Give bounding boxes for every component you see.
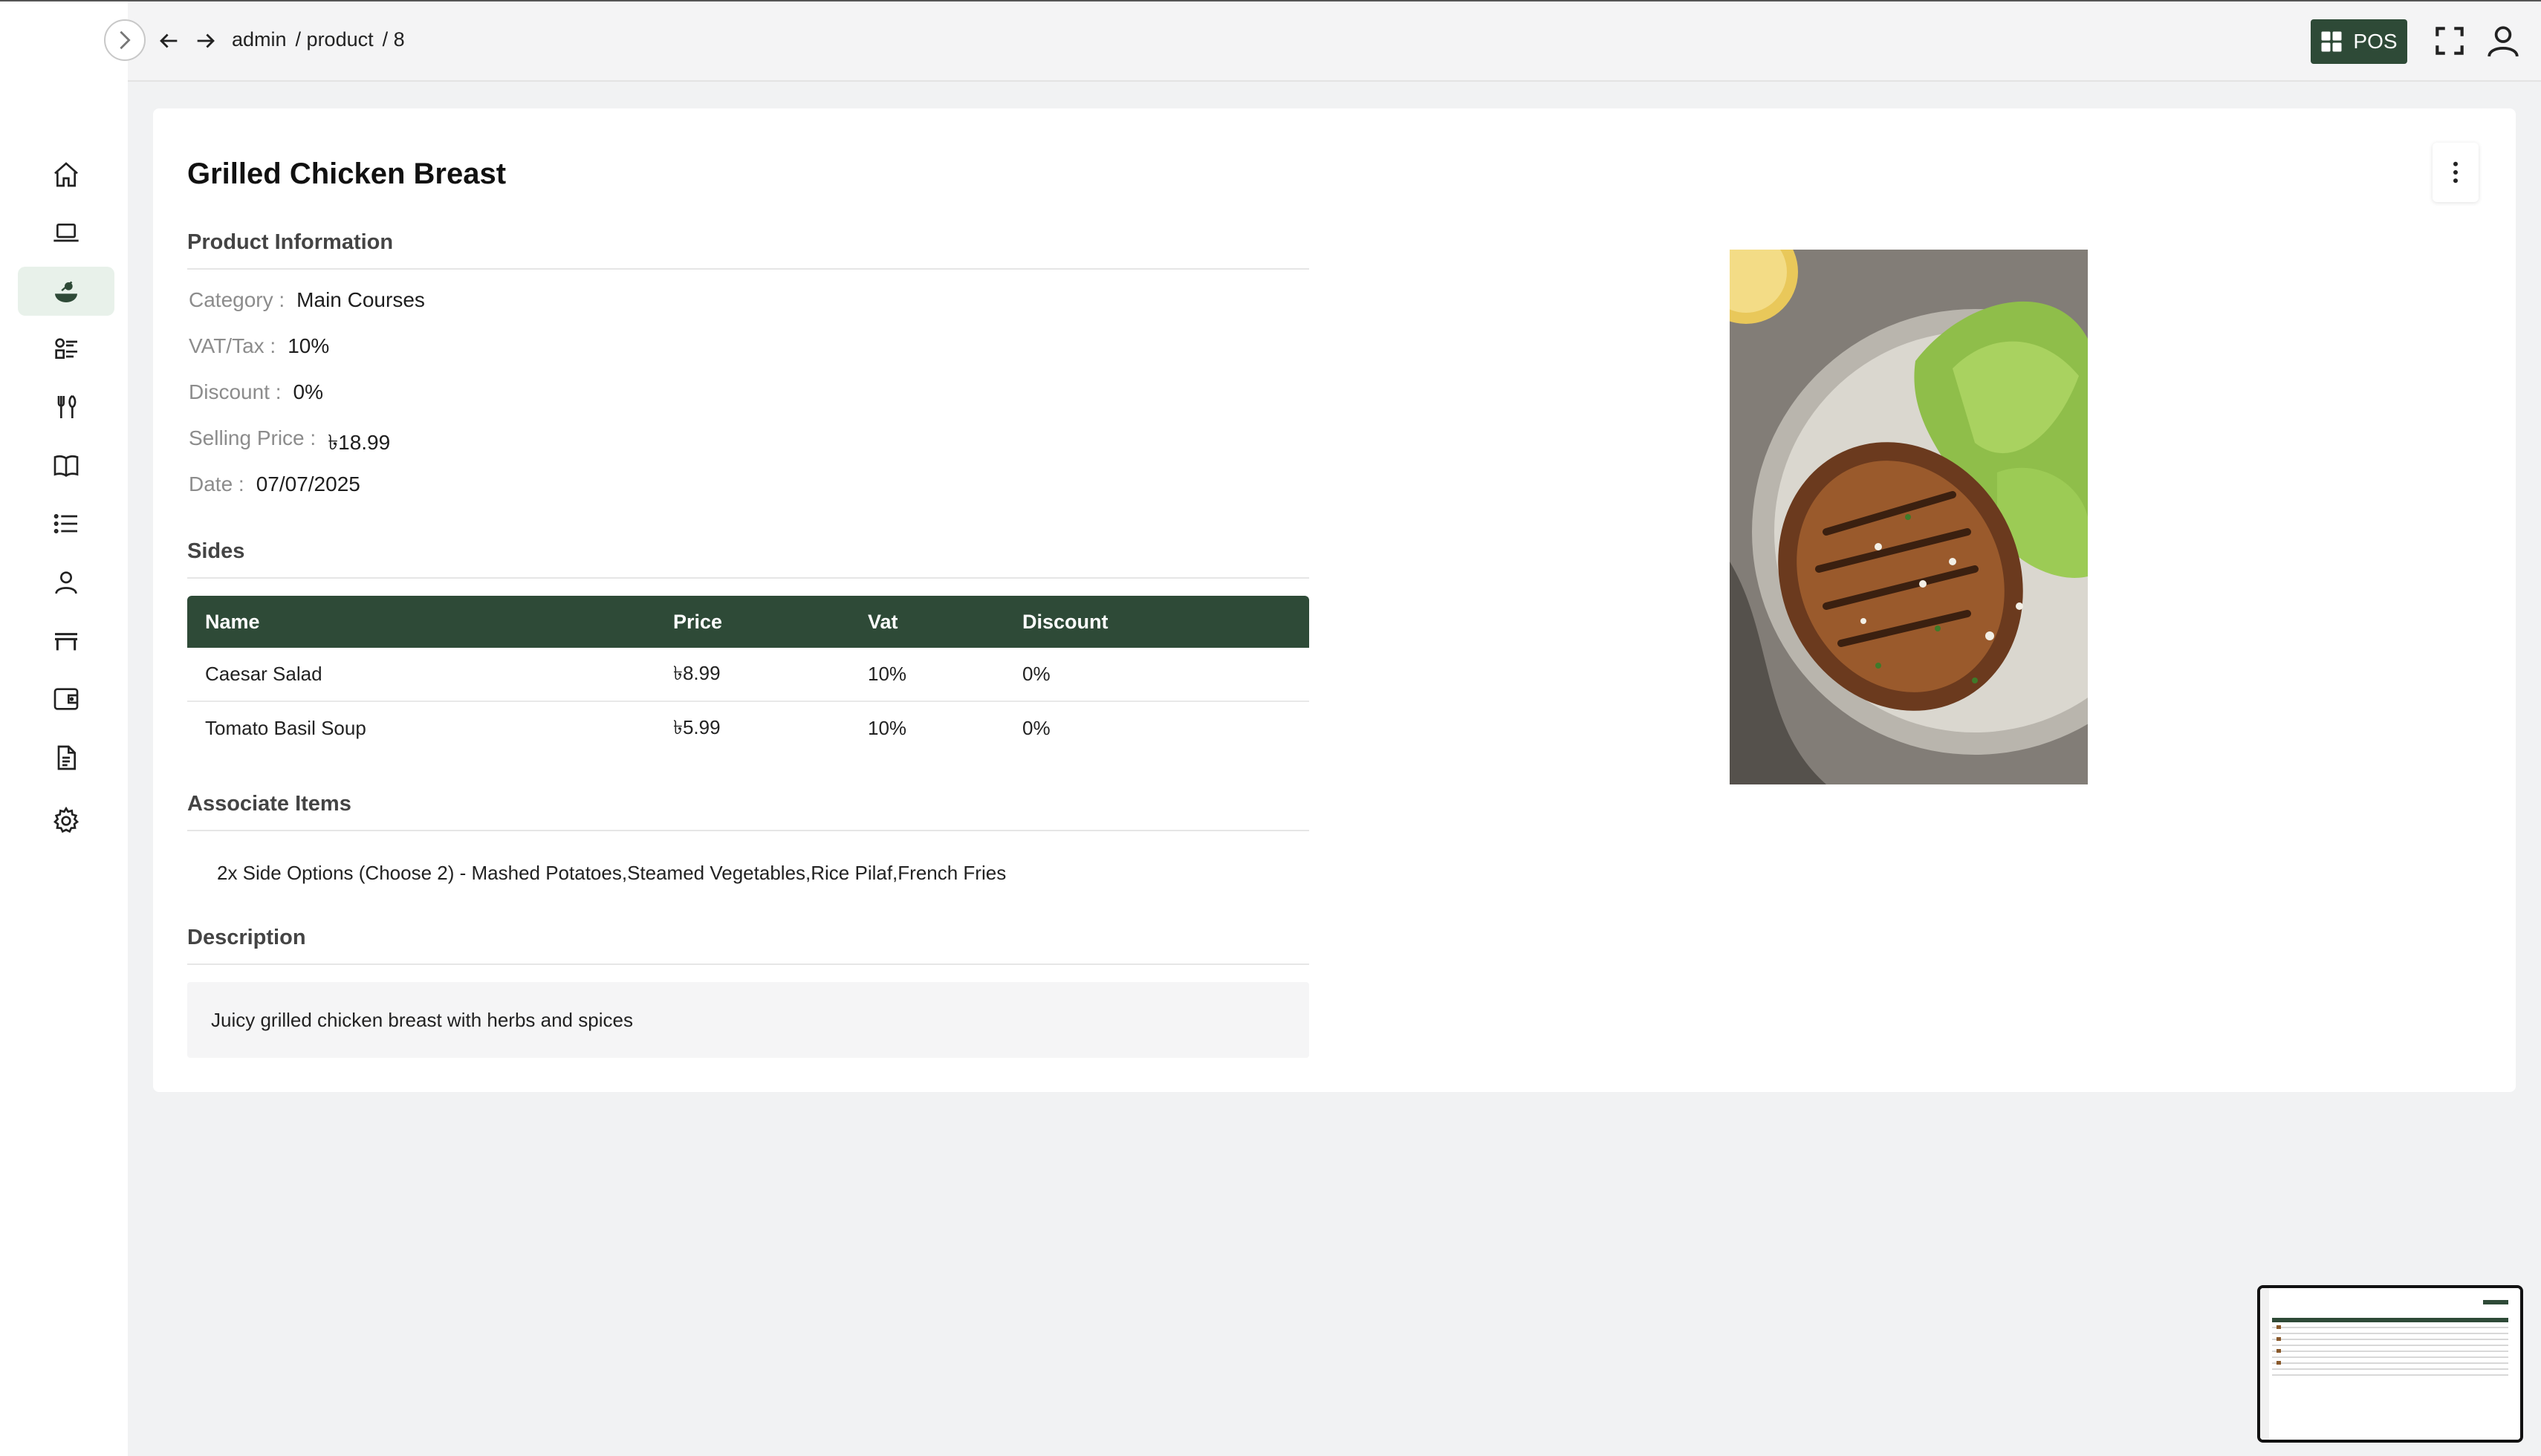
- discount-label: Discount :: [189, 380, 282, 403]
- column-header-discount: Discount: [1022, 610, 1109, 633]
- sidebar-toggle-button[interactable]: [104, 19, 146, 61]
- sidebar: [0, 1, 128, 1456]
- fullscreen-icon[interactable]: [2431, 22, 2468, 59]
- wallet-icon: [53, 688, 79, 710]
- column-header-price: Price: [673, 610, 723, 633]
- side-price: ৳5.99: [673, 715, 721, 738]
- info-vat: VAT/Tax : 10%: [189, 334, 329, 358]
- more-options-button[interactable]: [2433, 143, 2479, 202]
- sidebar-item-home[interactable]: [18, 150, 114, 199]
- breadcrumb: admin / product / 8: [232, 28, 405, 51]
- sidebar-item-devices[interactable]: [18, 209, 114, 258]
- vat-label: VAT/Tax :: [189, 334, 276, 357]
- utensils-icon: [57, 394, 77, 418]
- breadcrumb-product[interactable]: / product: [296, 28, 374, 51]
- list-icon: [53, 514, 77, 533]
- date-value: 07/07/2025: [256, 472, 360, 495]
- items-icon: [55, 338, 77, 359]
- book-icon: [53, 455, 79, 477]
- category-value: Main Courses: [296, 288, 425, 311]
- column-header-vat: Vat: [868, 610, 898, 633]
- description-text: Juicy grilled chicken breast with herbs …: [211, 1008, 633, 1031]
- info-category: Category : Main Courses: [189, 288, 425, 312]
- sidebar-item-orders[interactable]: [18, 499, 114, 548]
- side-vat: 10%: [850, 648, 1005, 702]
- sidebar-item-products[interactable]: [18, 267, 114, 316]
- section-associate-items: Associate Items: [187, 792, 1309, 831]
- side-vat: 10%: [868, 717, 907, 739]
- back-arrow-icon[interactable]: [156, 28, 181, 53]
- info-discount: Discount : 0%: [189, 380, 323, 404]
- section-description: Description: [187, 926, 1309, 965]
- side-name: Caesar Salad: [187, 648, 655, 702]
- side-name: Tomato Basil Soup: [205, 717, 366, 739]
- breadcrumb-admin[interactable]: admin: [232, 28, 287, 51]
- selling-price-label: Selling Price :: [189, 426, 317, 449]
- forward-arrow-icon[interactable]: [193, 28, 218, 53]
- home-icon: [54, 162, 78, 187]
- pos-button[interactable]: POS: [2311, 19, 2407, 64]
- product-title: Grilled Chicken Breast: [187, 157, 507, 190]
- report-icon: [57, 745, 76, 770]
- sidebar-item-tables[interactable]: [18, 616, 114, 665]
- product-detail-card: Grilled Chicken Breast Product Informati…: [153, 108, 2516, 1092]
- product-image: [1730, 250, 2088, 784]
- date-label: Date :: [189, 472, 244, 495]
- sidebar-item-settings[interactable]: [18, 796, 114, 845]
- laptop-icon: [53, 224, 79, 242]
- sidebar-item-book[interactable]: [18, 441, 114, 490]
- table-row: Caesar Salad ৳8.99 10% 0%: [187, 648, 1309, 702]
- vat-value: 10%: [288, 334, 330, 357]
- gear-icon: [53, 806, 79, 833]
- more-vertical-icon: [2453, 161, 2458, 183]
- table-header-row: Name Price Vat Discount: [187, 596, 1309, 648]
- grid-icon: [2321, 31, 2342, 52]
- description-box: Juicy grilled chicken breast with herbs …: [187, 982, 1309, 1058]
- sidebar-item-wallet[interactable]: [18, 675, 114, 724]
- table-icon: [55, 633, 77, 651]
- dish-icon: [55, 281, 77, 302]
- section-sides: Sides: [187, 539, 1309, 579]
- section-product-information: Product Information: [187, 230, 1309, 270]
- category-label: Category :: [189, 288, 285, 311]
- sidebar-item-menu[interactable]: [18, 383, 114, 432]
- column-header-name: Name: [205, 610, 260, 633]
- topbar: admin / product / 8 POS: [128, 1, 2541, 82]
- profile-icon[interactable]: [2485, 22, 2522, 59]
- selling-price-value: ৳18.99: [328, 431, 391, 454]
- associate-items-text: 2x Side Options (Choose 2) - Mashed Pota…: [217, 862, 1007, 884]
- window-thumbnail-preview[interactable]: [2257, 1285, 2523, 1443]
- breadcrumb-current: / 8: [382, 28, 405, 51]
- sidebar-item-users[interactable]: [18, 558, 114, 607]
- info-date: Date : 07/07/2025: [189, 472, 360, 496]
- side-discount: 0%: [1005, 648, 1309, 702]
- sides-table: Name Price Vat Discount Caesar Salad ৳8.…: [187, 596, 1309, 755]
- chevron-right-icon: [120, 30, 131, 50]
- user-icon: [55, 571, 77, 594]
- discount-value: 0%: [293, 380, 323, 403]
- info-selling-price: Selling Price : ৳18.99: [189, 426, 390, 461]
- pos-label: POS: [2353, 30, 2398, 53]
- side-discount: 0%: [1022, 717, 1051, 739]
- table-row: Tomato Basil Soup ৳5.99 10% 0%: [187, 701, 1309, 755]
- sidebar-item-reports[interactable]: [18, 733, 114, 782]
- sidebar-item-items[interactable]: [18, 325, 114, 374]
- side-price: ৳8.99: [655, 648, 850, 702]
